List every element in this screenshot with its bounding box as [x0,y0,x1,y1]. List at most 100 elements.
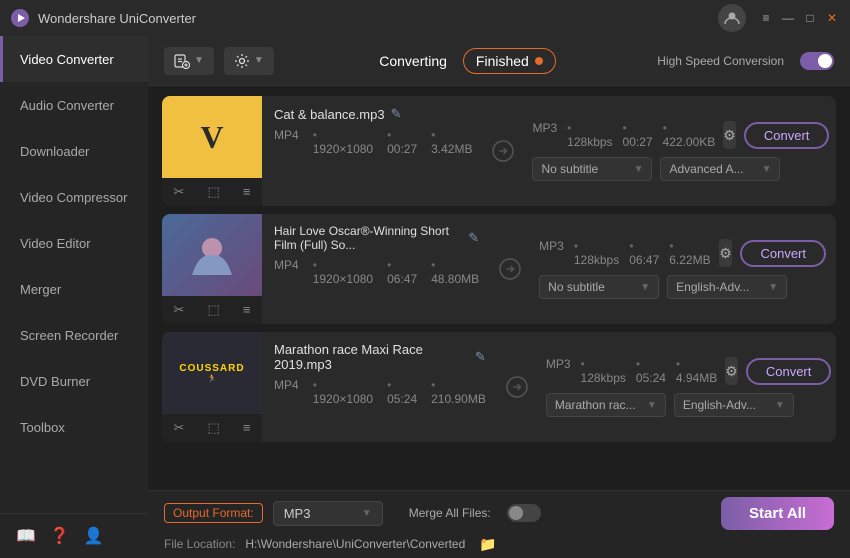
output-bottom-3: Marathon rac... ▼ English-Adv... ▼ [546,393,826,417]
start-all-button[interactable]: Start All [721,497,834,530]
edit-icon-2[interactable]: ✎ [468,230,479,246]
finished-dot [535,57,543,65]
profile-icon[interactable]: 👤 [84,526,104,546]
sidebar-item-dvd-burner[interactable]: DVD Burner [0,358,148,404]
sidebar-label-merger: Merger [20,282,61,297]
sidebar-item-toolbox[interactable]: Toolbox [0,404,148,450]
gear-button-3[interactable]: ⚙ [725,357,738,385]
adv-select-2[interactable]: English-Adv... ▼ [667,275,787,299]
convert-button-3[interactable]: Convert [746,358,832,385]
app-body: Video Converter Audio Converter Download… [0,36,850,558]
tab-finished[interactable]: Finished [463,48,556,74]
subtitle-select-3[interactable]: Marathon rac... ▼ [546,393,666,417]
sidebar-item-downloader[interactable]: Downloader [0,128,148,174]
file-meta-2: MP4 1920×1080 06:47 48.80MB [274,258,479,286]
trim-icon[interactable]: ✂ [170,182,189,202]
adv-arrow-3: ▼ [775,400,785,411]
file-location-path: H:\Wondershare\UniConverter\Converted [245,537,465,551]
sidebar-label-video-converter: Video Converter [20,52,114,67]
folder-icon[interactable]: 📁 [479,536,496,553]
merge-label: Merge All Files: [409,506,491,520]
sidebar-label-downloader: Downloader [20,144,89,159]
edit-icon-1[interactable]: ✎ [391,106,402,122]
sidebar-item-audio-converter[interactable]: Audio Converter [0,82,148,128]
merge-toggle[interactable] [507,504,541,522]
add-file-button[interactable]: ▼ [164,47,214,75]
subtitle-arrow-2: ▼ [640,282,650,293]
trim-icon-3[interactable]: ✂ [170,418,189,438]
close-icon[interactable]: ✕ [824,10,840,26]
sidebar: Video Converter Audio Converter Download… [0,36,148,558]
format-select[interactable]: MP3 ▼ [273,501,383,526]
arrow-icon-1 [484,96,522,206]
arrow-icon-2 [491,214,529,324]
list-icon-3[interactable]: ≡ [239,418,255,438]
file-meta-3: MP4 1920×1080 05:24 210.90MB [274,378,486,406]
gear-button-2[interactable]: ⚙ [719,239,733,267]
adv-select-1[interactable]: Advanced A... ▼ [660,157,780,181]
app-logo [10,8,30,28]
file-thumb-3: COUSSARD 🏃 ✂ ⬚ ≡ [162,332,262,442]
sidebar-item-screen-recorder[interactable]: Screen Recorder [0,312,148,358]
subtitle-arrow-3: ▼ [647,400,657,411]
edit-icon-3[interactable]: ✎ [475,349,486,365]
bottom-row-1: Output Format: MP3 ▼ Merge All Files: St… [164,497,834,530]
list-icon-2[interactable]: ≡ [239,300,255,320]
thumb-actions-2: ✂ ⬚ ≡ [162,296,262,324]
subtitle-select-1[interactable]: No subtitle ▼ [532,157,652,181]
crop-icon-3[interactable]: ⬚ [204,418,224,438]
list-icon[interactable]: ≡ [239,182,255,202]
toolbar: ▼ ▼ Converting Finished High S [148,36,850,86]
file-output-3: MP3 128kbps 05:24 4.94MB ⚙ Convert Marat… [536,332,836,442]
convert-button-2[interactable]: Convert [740,240,826,267]
file-list: V ✂ ⬚ ≡ Cat & balance.mp3 ✎ MP4 [148,86,850,490]
adv-arrow-1: ▼ [762,164,772,175]
sidebar-label-dvd-burner: DVD Burner [20,374,90,389]
format-select-arrow: ▼ [362,508,372,519]
user-avatar[interactable] [718,4,746,32]
output-top-3: MP3 128kbps 05:24 4.94MB ⚙ Convert [546,357,826,385]
file-card-2: ✂ ⬚ ≡ Hair Love Oscar®-Winning Short Fil… [162,214,836,324]
question-icon[interactable]: ❓ [50,526,70,546]
sidebar-item-video-compressor[interactable]: Video Compressor [0,174,148,220]
window-controls[interactable]: ≡ — □ ✕ [758,10,840,26]
file-info-3: Marathon race Maxi Race 2019.mp3 ✎ MP4 1… [262,332,498,442]
high-speed-toggle[interactable] [800,52,834,70]
file-name-1: Cat & balance.mp3 ✎ [274,106,472,122]
help-book-icon[interactable]: 📖 [16,526,36,546]
sidebar-bottom: 📖 ❓ 👤 [0,513,148,558]
app-title: Wondershare UniConverter [38,11,718,26]
file-thumb-2: ✂ ⬚ ≡ [162,214,262,324]
minimize-icon[interactable]: — [780,10,796,26]
tab-finished-label: Finished [476,53,529,69]
sidebar-label-video-editor: Video Editor [20,236,91,251]
adv-select-3[interactable]: English-Adv... ▼ [674,393,794,417]
tab-converting[interactable]: Converting [365,47,461,75]
settings-button[interactable]: ▼ [224,47,274,75]
gear-button-1[interactable]: ⚙ [723,121,736,149]
sidebar-label-video-compressor: Video Compressor [20,190,127,205]
file-thumb-1: V ✂ ⬚ ≡ [162,96,262,206]
subtitle-arrow-1: ▼ [634,164,644,175]
sidebar-item-merger[interactable]: Merger [0,266,148,312]
sidebar-item-video-editor[interactable]: Video Editor [0,220,148,266]
arrow-icon-3 [498,332,536,442]
trim-icon-2[interactable]: ✂ [170,300,189,320]
subtitle-select-2[interactable]: No subtitle ▼ [539,275,659,299]
file-location-label: File Location: [164,537,235,551]
output-meta-3: MP3 128kbps 05:24 4.94MB [546,357,717,385]
output-top-2: MP3 128kbps 06:47 6.22MB ⚙ Convert [539,239,826,267]
sidebar-label-audio-converter: Audio Converter [20,98,114,113]
output-meta-2: MP3 128kbps 06:47 6.22MB [539,239,710,267]
file-card-1: V ✂ ⬚ ≡ Cat & balance.mp3 ✎ MP4 [162,96,836,206]
menu-icon[interactable]: ≡ [758,10,774,26]
file-name-2: Hair Love Oscar®-Winning Short Film (Ful… [274,224,479,252]
crop-icon-2[interactable]: ⬚ [204,300,224,320]
crop-icon[interactable]: ⬚ [204,182,224,202]
thumb-actions-1: ✂ ⬚ ≡ [162,178,262,206]
sidebar-item-video-converter[interactable]: Video Converter [0,36,148,82]
maximize-icon[interactable]: □ [802,10,818,26]
convert-button-1[interactable]: Convert [744,122,830,149]
output-bottom-2: No subtitle ▼ English-Adv... ▼ [539,275,826,299]
add-btn-chevron: ▼ [194,55,204,66]
